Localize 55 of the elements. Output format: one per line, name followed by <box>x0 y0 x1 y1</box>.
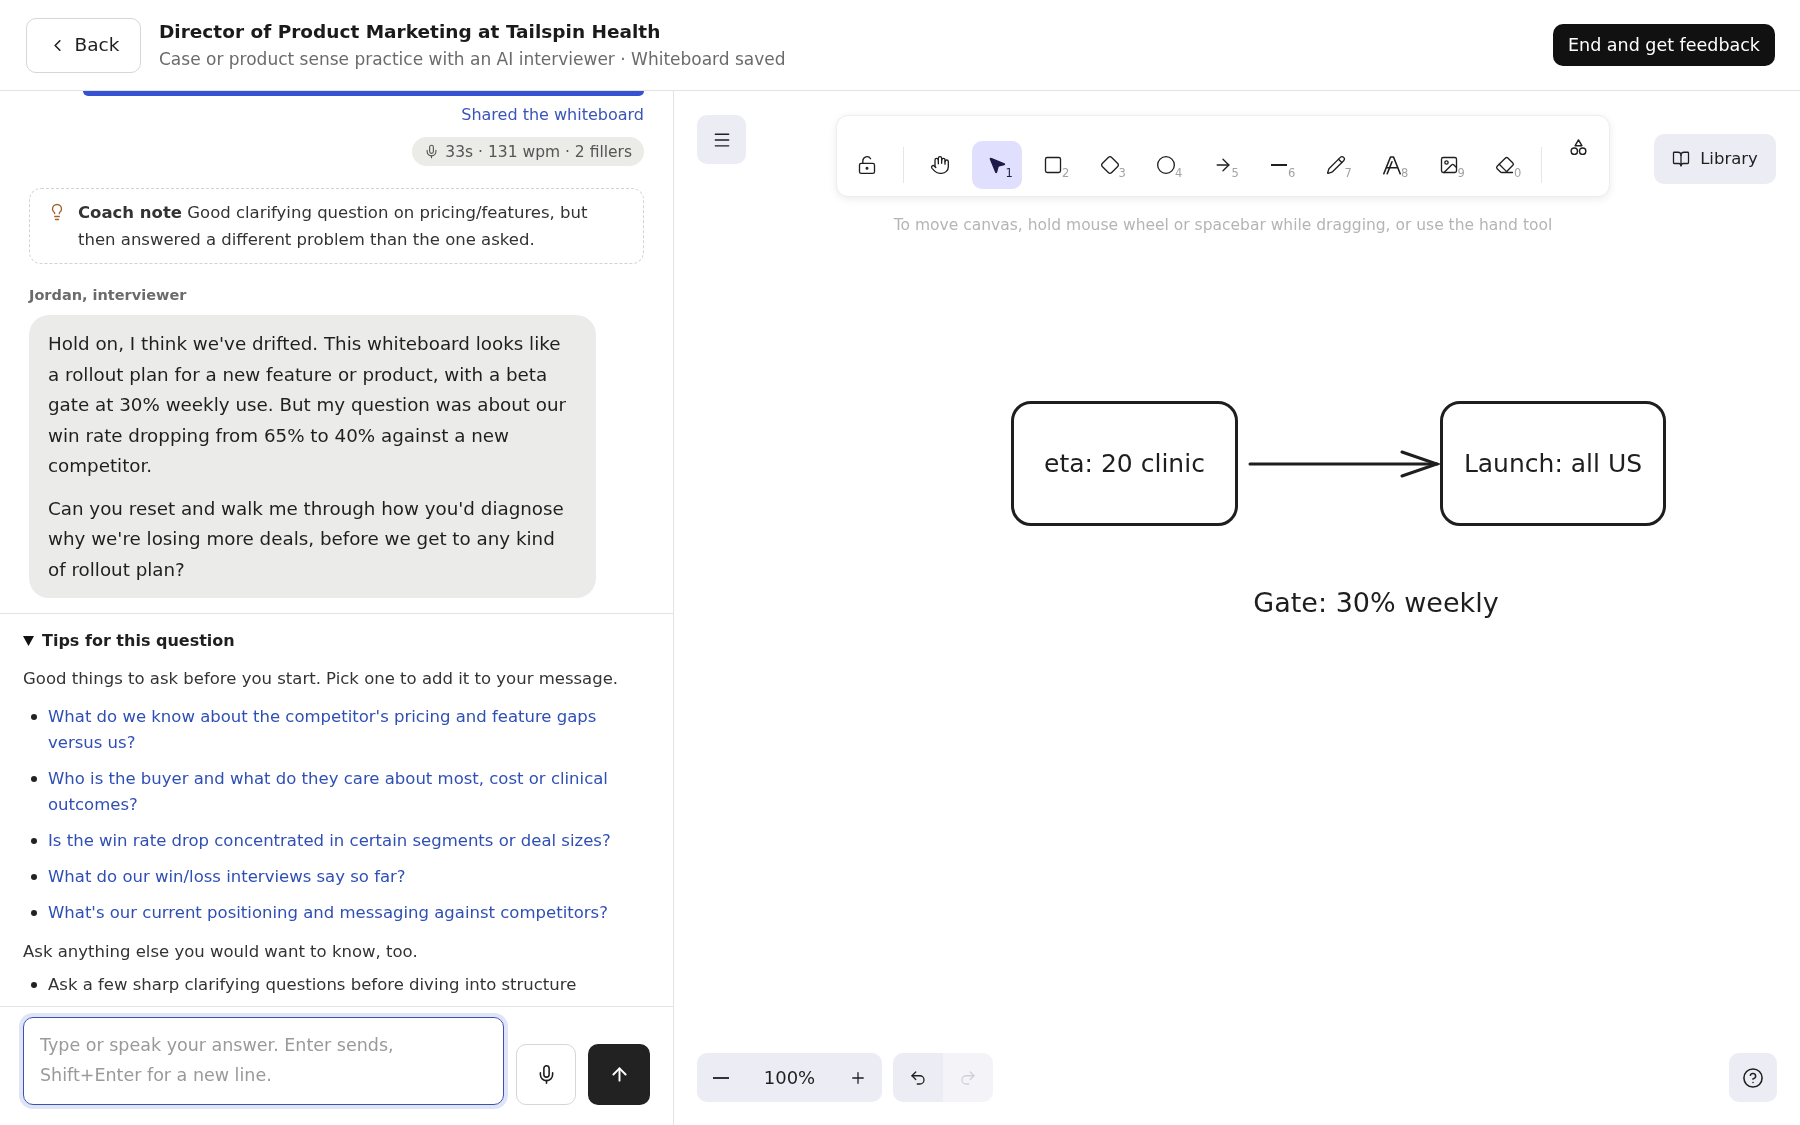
tips-heading[interactable]: Tips for this question <box>42 630 235 652</box>
pencil-icon <box>1325 155 1346 175</box>
back-button[interactable]: Back <box>26 17 141 73</box>
message-text: Can you reset and walk me through how you'd diagnose why we're losing more deals, before we get to any kind of rollout plan? <box>48 496 565 582</box>
help-icon <box>1743 1067 1763 1088</box>
eraser-icon <box>1495 155 1515 175</box>
selection-tool-button[interactable]: 1 <box>971 141 1022 189</box>
menu-button[interactable] <box>697 115 746 164</box>
suggested-question-link[interactable]: What do we know about the competitor's pricing and feature gaps versus us? <box>48 704 650 756</box>
library-button[interactable]: Library <box>1654 134 1776 184</box>
diagram-label: Gate: 30% weekly <box>1253 586 1499 620</box>
suggested-question-link[interactable]: Is the win rate drop concentrated in certain segments or deal sizes? <box>48 828 611 854</box>
book-icon <box>1672 150 1691 168</box>
microphone-button[interactable] <box>516 1044 577 1105</box>
bullet-icon <box>31 776 37 782</box>
minus-icon <box>713 1076 729 1079</box>
undo-button[interactable] <box>893 1053 943 1102</box>
end-feedback-button[interactable]: End and get feedback <box>1553 24 1775 66</box>
diagram-box: eta: 20 clinic <box>1011 401 1238 526</box>
image-icon <box>1438 155 1459 175</box>
undo-arrow-icon <box>909 1068 927 1087</box>
speech-stats: 33s · 131 wpm · 2 fillers <box>445 141 632 162</box>
canvas-hint: To move canvas, hold mouse wheel or spacebar while dragging, or use the hand tool <box>893 215 1553 235</box>
suggested-question-link[interactable]: What do our win/loss interviews say so far? <box>48 864 406 890</box>
redo-arrow-icon <box>959 1068 977 1087</box>
bullet-icon <box>31 874 37 880</box>
hand-icon <box>930 155 950 175</box>
line-icon <box>1271 164 1287 166</box>
square-icon <box>1043 155 1063 175</box>
bullet-icon <box>31 714 37 720</box>
message-text: Hold on, I think we've drifted. This whiteboard looks like a rollout plan for a new feature or product, with a beta gate at 30% weekly use. But my question was about our win rate dropping from 65% to 40% against a new competitor. <box>48 332 568 478</box>
diamond-icon <box>1099 155 1120 175</box>
tips-intro: Good things to ask before you start. Pick one to add it to your message. <box>23 668 620 690</box>
disclosure-triangle-icon[interactable] <box>23 636 34 646</box>
speaker-name: Jordan, interviewer <box>29 286 188 304</box>
suggested-question-link[interactable]: What's our current positioning and messaging against competitors? <box>48 900 608 926</box>
bullet-icon <box>31 982 37 988</box>
page-title: Director of Product Marketing at Tailspin Health <box>159 20 662 44</box>
suggested-question-link[interactable]: Who is the buyer and what do they care about most, cost or clinical outcomes? <box>48 766 650 818</box>
letter-a-icon <box>1383 155 1401 175</box>
help-button[interactable] <box>1729 1053 1777 1102</box>
send-button[interactable] <box>588 1044 650 1105</box>
unlocked-padlock-icon <box>857 155 877 175</box>
bullet-icon <box>31 838 37 844</box>
diagram-box: Launch: all US <box>1440 401 1666 526</box>
tips-outro: Ask anything else you would want to know, too. <box>23 941 419 963</box>
zoom-reset-button[interactable]: 100% <box>745 1053 834 1102</box>
page-subtitle: Case or product sense practice with an AI interviewer · Whiteboard saved <box>159 48 786 71</box>
shapes-icon <box>1569 139 1587 155</box>
microphone-icon <box>424 144 440 159</box>
circle-icon <box>1156 155 1176 175</box>
whiteboard-attachment-link[interactable]: Shared the whiteboard <box>461 104 644 126</box>
coach-note-text: Coach note Good clarifying question on pricing/features, but then answered a different problem than the one asked. <box>78 202 589 251</box>
tip-text: Ask a few sharp clarifying questions before diving into structure <box>48 974 577 996</box>
bullet-icon <box>31 910 37 916</box>
